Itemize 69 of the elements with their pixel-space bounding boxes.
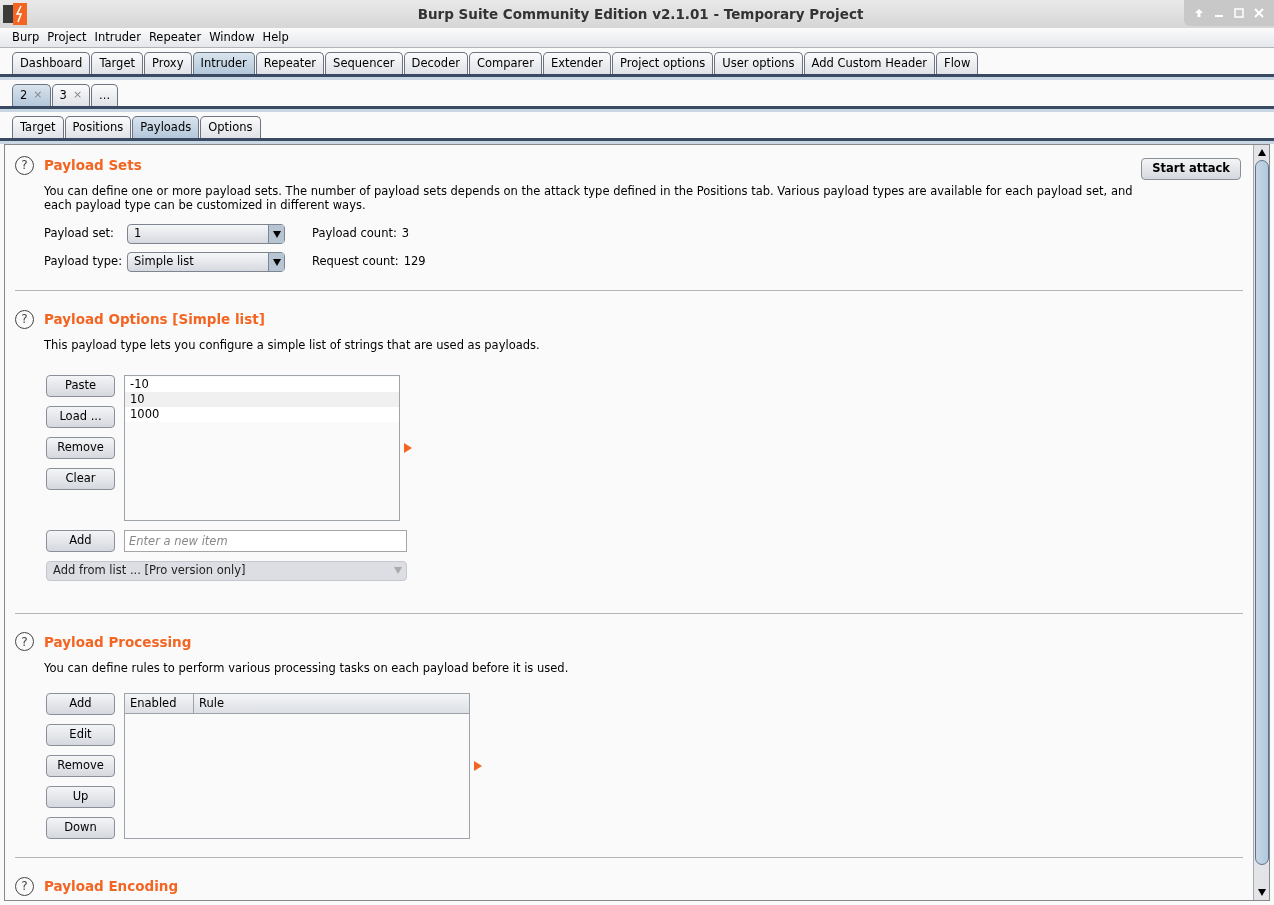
add-button[interactable]: Add xyxy=(46,529,115,552)
rule-button[interactable]: Edit xyxy=(46,724,115,746)
tab[interactable]: Repeater xyxy=(255,52,325,74)
field-label: Payload type: xyxy=(44,253,124,271)
menu-item[interactable]: Repeater xyxy=(148,28,202,47)
section-description: This payload type lets you configure a simple list of strings that are used as payloads. xyxy=(44,337,541,355)
new-item-field[interactable]: Enter a new item xyxy=(124,529,407,552)
window-title: Burp Suite Community Edition v2.1.01 - Temporary Project xyxy=(416,4,865,24)
menu-item[interactable]: Help xyxy=(262,28,289,47)
tab[interactable]: Decoder xyxy=(403,52,468,74)
section-description: You can define one or more payload sets. The number of payload sets depends on the attack type defined in the Positions tab. Various payload types are available for each payload set, and each payload type can be customized in different ways. xyxy=(44,184,1134,212)
count-value: 129 xyxy=(403,253,426,271)
tab[interactable]: 2 × xyxy=(12,84,51,106)
field-label: Payload set: xyxy=(44,225,115,243)
list-button[interactable]: Clear xyxy=(46,467,115,490)
tab[interactable]: Project options xyxy=(611,52,714,74)
tab[interactable]: Payloads xyxy=(132,116,200,138)
tab[interactable]: 3 × xyxy=(51,84,91,106)
dropdown-arrow-icon xyxy=(272,258,281,266)
tab[interactable]: Extender xyxy=(542,52,611,74)
rule-button[interactable]: Add xyxy=(46,693,115,715)
maximize-icon[interactable] xyxy=(1234,8,1244,18)
arrow-up-icon[interactable] xyxy=(1194,8,1204,18)
dropdown-arrow-icon xyxy=(272,230,281,238)
scrollbar[interactable] xyxy=(1253,145,1269,900)
menu-item[interactable]: Burp xyxy=(12,28,40,47)
tab[interactable]: ... xyxy=(91,84,119,106)
dropdown-arrow-icon xyxy=(394,567,402,574)
list-button[interactable]: Remove xyxy=(46,436,115,459)
scroll-down-icon[interactable] xyxy=(1257,889,1266,896)
tab[interactable]: Sequencer xyxy=(325,52,403,74)
menu-item[interactable]: Intruder xyxy=(94,28,141,47)
tab[interactable]: Flow xyxy=(936,52,979,74)
dropdown[interactable]: Simple list xyxy=(127,252,285,272)
rule-button[interactable]: Down xyxy=(46,817,115,839)
list-item[interactable]: -10 xyxy=(125,376,399,392)
section-description: You can define rules to perform various processing tasks on each payload before it is used. xyxy=(44,659,570,677)
count-label: Payload count: xyxy=(312,225,397,243)
close-icon[interactable] xyxy=(1254,8,1264,18)
column-header[interactable]: Enabled xyxy=(125,694,194,713)
rule-button[interactable]: Remove xyxy=(46,755,115,777)
menu-item[interactable]: Project xyxy=(47,28,87,47)
tab[interactable]: Add Custom Header xyxy=(803,52,936,74)
dropdown[interactable]: 1 xyxy=(127,224,285,244)
tab[interactable]: Intruder xyxy=(192,52,255,74)
scroll-up-icon[interactable] xyxy=(1257,149,1266,156)
expand-arrow-icon[interactable] xyxy=(474,761,482,771)
menu-item[interactable]: Window xyxy=(209,28,255,47)
count-label: Request count: xyxy=(312,253,399,271)
start-attack-button[interactable]: Start attack xyxy=(1141,158,1241,180)
tab[interactable]: Target xyxy=(91,52,143,74)
section-title: Payload Options [Simple list] xyxy=(44,310,265,329)
tab[interactable]: Options xyxy=(200,116,261,138)
app-logo-icon xyxy=(3,3,27,25)
count-value: 3 xyxy=(401,225,410,243)
section-title: Payload Encoding xyxy=(44,877,179,896)
rule-button[interactable]: Up xyxy=(46,786,115,808)
tab[interactable]: Dashboard xyxy=(12,52,91,74)
list-button[interactable]: Paste xyxy=(46,374,115,397)
tab[interactable]: User options xyxy=(714,52,803,74)
tab[interactable]: Target xyxy=(12,116,64,138)
list-button[interactable]: Load ... xyxy=(46,405,115,428)
tab[interactable]: Proxy xyxy=(144,52,192,74)
column-header[interactable]: Rule xyxy=(194,694,469,713)
tab[interactable]: Positions xyxy=(64,116,132,138)
tab[interactable]: Comparer xyxy=(468,52,542,74)
expand-arrow-icon[interactable] xyxy=(404,442,412,453)
section-title: Payload Processing xyxy=(44,632,192,652)
section-title: Payload Sets xyxy=(44,156,142,175)
